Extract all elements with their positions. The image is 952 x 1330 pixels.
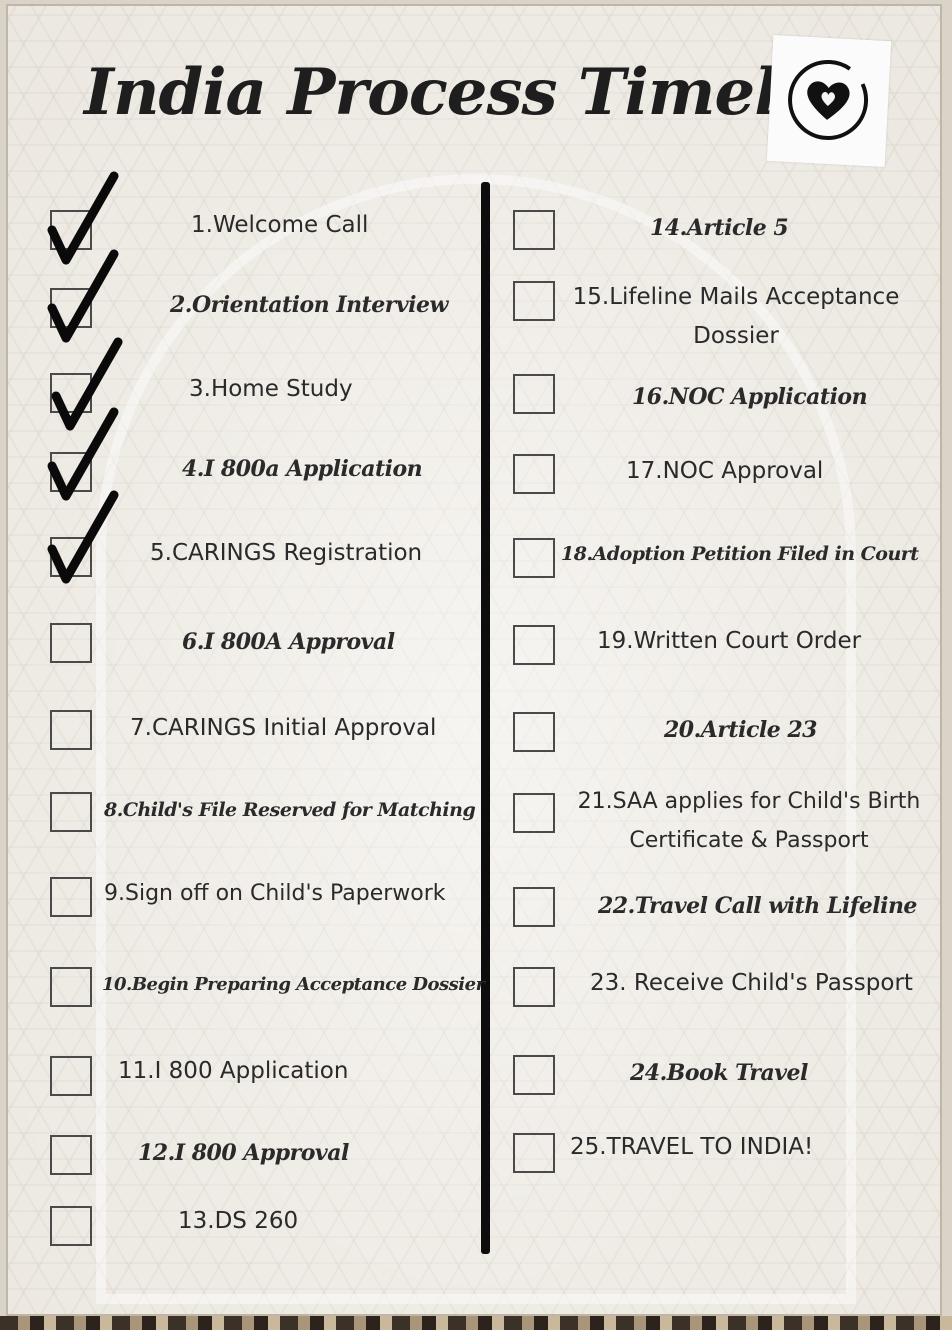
checkbox-step-9[interactable] (50, 877, 92, 917)
step-9-label: 9.Sign off on Child's Paperwork (104, 881, 446, 906)
checkbox-step-17[interactable] (513, 454, 555, 494)
checkbox-step-24[interactable] (513, 1055, 555, 1095)
step-12-label: 12.I 800 Approval (138, 1140, 349, 1166)
checkbox-step-16[interactable] (513, 374, 555, 414)
checkbox-step-23[interactable] (513, 967, 555, 1007)
checkbox-step-6[interactable] (50, 623, 92, 663)
step-5-label: 5.CARINGS Registration (150, 540, 423, 566)
checkbox-step-7[interactable] (50, 710, 92, 750)
step-17-label: 17.NOC Approval (626, 458, 824, 484)
checkbox-step-10[interactable] (50, 967, 92, 1007)
checkbox-step-20[interactable] (513, 712, 555, 752)
step-10-label: 10.Begin Preparing Acceptance Dossier (102, 974, 485, 995)
step-11-label: 11.I 800 Application (118, 1058, 349, 1084)
checkbox-step-22[interactable] (513, 887, 555, 927)
step-3-label: 3.Home Study (189, 376, 353, 402)
heart-icon (788, 59, 869, 140)
step-19-label: 19.Written Court Order (597, 628, 862, 654)
step-6-label: 6.I 800A Approval (182, 629, 395, 655)
step-23-label: 23. Receive Child's Passport (590, 970, 913, 996)
checkmark-icon (47, 490, 119, 584)
step-8-label: 8.Child's File Reserved for Matching (104, 799, 476, 821)
step-20-label: 20.Article 23 (664, 717, 817, 743)
checkbox-step-25[interactable] (513, 1133, 555, 1173)
page-title: India Process Timeline (84, 55, 887, 130)
checkbox-step-8[interactable] (50, 792, 92, 832)
checkbox-step-11[interactable] (50, 1056, 92, 1096)
step-2-label: 2.Orientation Interview (170, 292, 448, 318)
step-22-label: 22.Travel Call with Lifeline (598, 893, 917, 919)
step-7-label: 7.CARINGS Initial Approval (130, 715, 437, 741)
step-18-label: 18.Adoption Petition Filed in Court (561, 543, 919, 565)
heart-badge (766, 34, 892, 168)
step-4-label: 4.I 800a Application (182, 456, 423, 482)
step-14-label: 14.Article 5 (650, 215, 789, 241)
step-15-label: 15.Lifeline Mails Acceptance Dossier (572, 284, 900, 349)
checkbox-step-15[interactable] (513, 281, 555, 321)
checkbox-step-14[interactable] (513, 210, 555, 250)
step-16-label: 16.NOC Application (632, 384, 868, 410)
checkbox-step-19[interactable] (513, 625, 555, 665)
checkbox-step-18[interactable] (513, 538, 555, 578)
step-13-label: 13.DS 260 (178, 1208, 299, 1234)
checkbox-step-12[interactable] (50, 1135, 92, 1175)
step-24-label: 24.Book Travel (630, 1060, 808, 1086)
timeline-card (6, 4, 942, 1316)
step-1-label: 1.Welcome Call (191, 212, 369, 238)
step-21-label: 21.SAA applies for Child's Birth Certifi… (577, 789, 921, 853)
checkbox-step-21[interactable] (513, 793, 555, 833)
column-divider (481, 182, 490, 1254)
bottom-tile-border (0, 1316, 952, 1330)
checkbox-step-13[interactable] (50, 1206, 92, 1246)
step-25-label: 25.TRAVEL TO INDIA! (570, 1134, 814, 1160)
checkmark-icon (47, 249, 119, 343)
